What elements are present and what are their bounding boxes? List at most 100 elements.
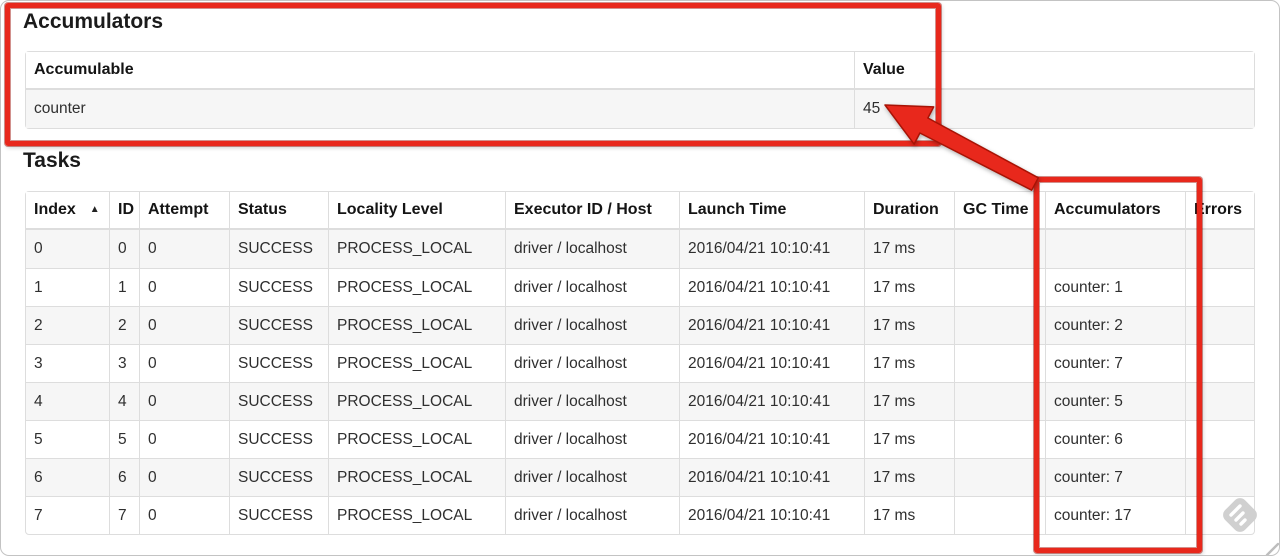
task-cell-locality-level: PROCESS_LOCAL bbox=[328, 306, 505, 344]
task-cell-index: 3 bbox=[26, 344, 109, 382]
task-cell-launch-time: 2016/04/21 10:10:41 bbox=[679, 496, 864, 534]
task-cell-status: SUCCESS bbox=[229, 268, 328, 306]
task-cell-id: 2 bbox=[109, 306, 139, 344]
task-cell-locality-level: PROCESS_LOCAL bbox=[328, 268, 505, 306]
task-cell-index: 2 bbox=[26, 306, 109, 344]
task-cell-errors bbox=[1185, 420, 1254, 458]
task-cell-id: 3 bbox=[109, 344, 139, 382]
col-header-launch-time[interactable]: Launch Time bbox=[679, 192, 864, 230]
task-cell-launch-time: 2016/04/21 10:10:41 bbox=[679, 344, 864, 382]
task-cell-accumulators: counter: 7 bbox=[1045, 344, 1185, 382]
task-cell-launch-time: 2016/04/21 10:10:41 bbox=[679, 420, 864, 458]
task-cell-id: 0 bbox=[109, 230, 139, 268]
task-cell-gc-time bbox=[954, 306, 1045, 344]
task-cell-locality-level: PROCESS_LOCAL bbox=[328, 458, 505, 496]
task-cell-attempt: 0 bbox=[139, 230, 229, 268]
task-cell-attempt: 0 bbox=[139, 420, 229, 458]
col-header-accumulators[interactable]: Accumulators bbox=[1045, 192, 1185, 230]
task-cell-status: SUCCESS bbox=[229, 306, 328, 344]
task-row: 2 2 0 SUCCESS PROCESS_LOCAL driver / localhos… bbox=[26, 306, 1254, 344]
task-cell-launch-time: 2016/04/21 10:10:41 bbox=[679, 268, 864, 306]
task-cell-accumulators: counter: 2 bbox=[1045, 306, 1185, 344]
task-cell-duration: 17 ms bbox=[864, 344, 954, 382]
task-cell-locality-level: PROCESS_LOCAL bbox=[328, 230, 505, 268]
task-row: 0 0 0 SUCCESS PROCESS_LOCAL driver / localhos… bbox=[26, 230, 1254, 268]
task-cell-executor-id-host: driver / localhost bbox=[505, 496, 679, 534]
col-header-duration[interactable]: Duration bbox=[864, 192, 954, 230]
task-cell-attempt: 0 bbox=[139, 496, 229, 534]
task-cell-executor-id-host: driver / localhost bbox=[505, 306, 679, 344]
task-row: 1 1 0 SUCCESS PROCESS_LOCAL driver / localhos… bbox=[26, 268, 1254, 306]
task-cell-launch-time: 2016/04/21 10:10:41 bbox=[679, 382, 864, 420]
task-cell-id: 1 bbox=[109, 268, 139, 306]
task-cell-duration: 17 ms bbox=[864, 420, 954, 458]
corner-resize-mark bbox=[1265, 542, 1279, 555]
col-header-value[interactable]: Value bbox=[854, 52, 1254, 90]
task-row: 4 4 0 SUCCESS PROCESS_LOCAL driver / localhos… bbox=[26, 382, 1254, 420]
sort-ascending-icon: ▲ bbox=[89, 204, 100, 215]
task-cell-accumulators: counter: 6 bbox=[1045, 420, 1185, 458]
col-header-accumulable[interactable]: Accumulable bbox=[26, 52, 854, 90]
task-cell-gc-time bbox=[954, 496, 1045, 534]
task-cell-executor-id-host: driver / localhost bbox=[505, 344, 679, 382]
task-cell-index: 5 bbox=[26, 420, 109, 458]
accumulators-header-row: Accumulable Value bbox=[26, 52, 1254, 90]
tasks-header-row: Index ▲ ID Attempt Status Locality Level … bbox=[26, 192, 1254, 230]
task-cell-errors bbox=[1185, 230, 1254, 268]
task-cell-errors bbox=[1185, 382, 1254, 420]
accumulators-section-heading: Accumulators bbox=[23, 10, 164, 33]
task-cell-gc-time bbox=[954, 344, 1045, 382]
task-cell-executor-id-host: driver / localhost bbox=[505, 382, 679, 420]
col-header-id[interactable]: ID bbox=[109, 192, 139, 230]
task-cell-duration: 17 ms bbox=[864, 230, 954, 268]
task-cell-executor-id-host: driver / localhost bbox=[505, 420, 679, 458]
task-cell-duration: 17 ms bbox=[864, 306, 954, 344]
col-header-gc-time[interactable]: GC Time bbox=[954, 192, 1045, 230]
task-cell-id: 6 bbox=[109, 458, 139, 496]
task-cell-index: 6 bbox=[26, 458, 109, 496]
task-cell-locality-level: PROCESS_LOCAL bbox=[328, 420, 505, 458]
task-cell-gc-time bbox=[954, 458, 1045, 496]
accumulable-value-cell: 45 bbox=[854, 90, 1254, 128]
task-cell-duration: 17 ms bbox=[864, 382, 954, 420]
col-header-index[interactable]: Index ▲ bbox=[26, 192, 109, 230]
task-cell-locality-level: PROCESS_LOCAL bbox=[328, 344, 505, 382]
task-cell-status: SUCCESS bbox=[229, 458, 328, 496]
task-cell-launch-time: 2016/04/21 10:10:41 bbox=[679, 230, 864, 268]
task-cell-duration: 17 ms bbox=[864, 496, 954, 534]
accumulable-name-cell: counter bbox=[34, 100, 86, 117]
task-cell-index: 7 bbox=[26, 496, 109, 534]
task-cell-id: 5 bbox=[109, 420, 139, 458]
task-cell-index: 1 bbox=[26, 268, 109, 306]
task-cell-gc-time bbox=[954, 230, 1045, 268]
task-cell-accumulators: counter: 17 bbox=[1045, 496, 1185, 534]
task-cell-attempt: 0 bbox=[139, 458, 229, 496]
col-header-locality-level[interactable]: Locality Level bbox=[328, 192, 505, 230]
task-cell-id: 4 bbox=[109, 382, 139, 420]
task-cell-gc-time bbox=[954, 382, 1045, 420]
task-cell-errors bbox=[1185, 458, 1254, 496]
accumulators-table: Accumulable Value counter 45 bbox=[25, 51, 1255, 129]
tasks-section-heading: Tasks bbox=[23, 149, 81, 172]
task-cell-status: SUCCESS bbox=[229, 420, 328, 458]
spark-ui-stage-page: Accumulators Accumulable Value counter 4… bbox=[0, 0, 1280, 556]
task-cell-errors bbox=[1185, 344, 1254, 382]
col-header-errors[interactable]: Errors bbox=[1185, 192, 1254, 230]
task-cell-attempt: 0 bbox=[139, 344, 229, 382]
task-cell-launch-time: 2016/04/21 10:10:41 bbox=[679, 458, 864, 496]
col-header-attempt[interactable]: Attempt bbox=[139, 192, 229, 230]
tasks-table: Index ▲ ID Attempt Status Locality Level … bbox=[25, 191, 1255, 535]
task-cell-errors bbox=[1185, 496, 1254, 534]
task-row: 7 7 0 SUCCESS PROCESS_LOCAL driver / localhos… bbox=[26, 496, 1254, 534]
task-row: 6 6 0 SUCCESS PROCESS_LOCAL driver / localhos… bbox=[26, 458, 1254, 496]
task-cell-status: SUCCESS bbox=[229, 382, 328, 420]
task-cell-accumulators bbox=[1045, 230, 1185, 268]
task-cell-gc-time bbox=[954, 268, 1045, 306]
task-cell-executor-id-host: driver / localhost bbox=[505, 268, 679, 306]
task-cell-executor-id-host: driver / localhost bbox=[505, 230, 679, 268]
task-cell-errors bbox=[1185, 268, 1254, 306]
task-cell-locality-level: PROCESS_LOCAL bbox=[328, 496, 505, 534]
task-cell-gc-time bbox=[954, 420, 1045, 458]
col-header-executor-id-host[interactable]: Executor ID / Host bbox=[505, 192, 679, 230]
col-header-status[interactable]: Status bbox=[229, 192, 328, 230]
